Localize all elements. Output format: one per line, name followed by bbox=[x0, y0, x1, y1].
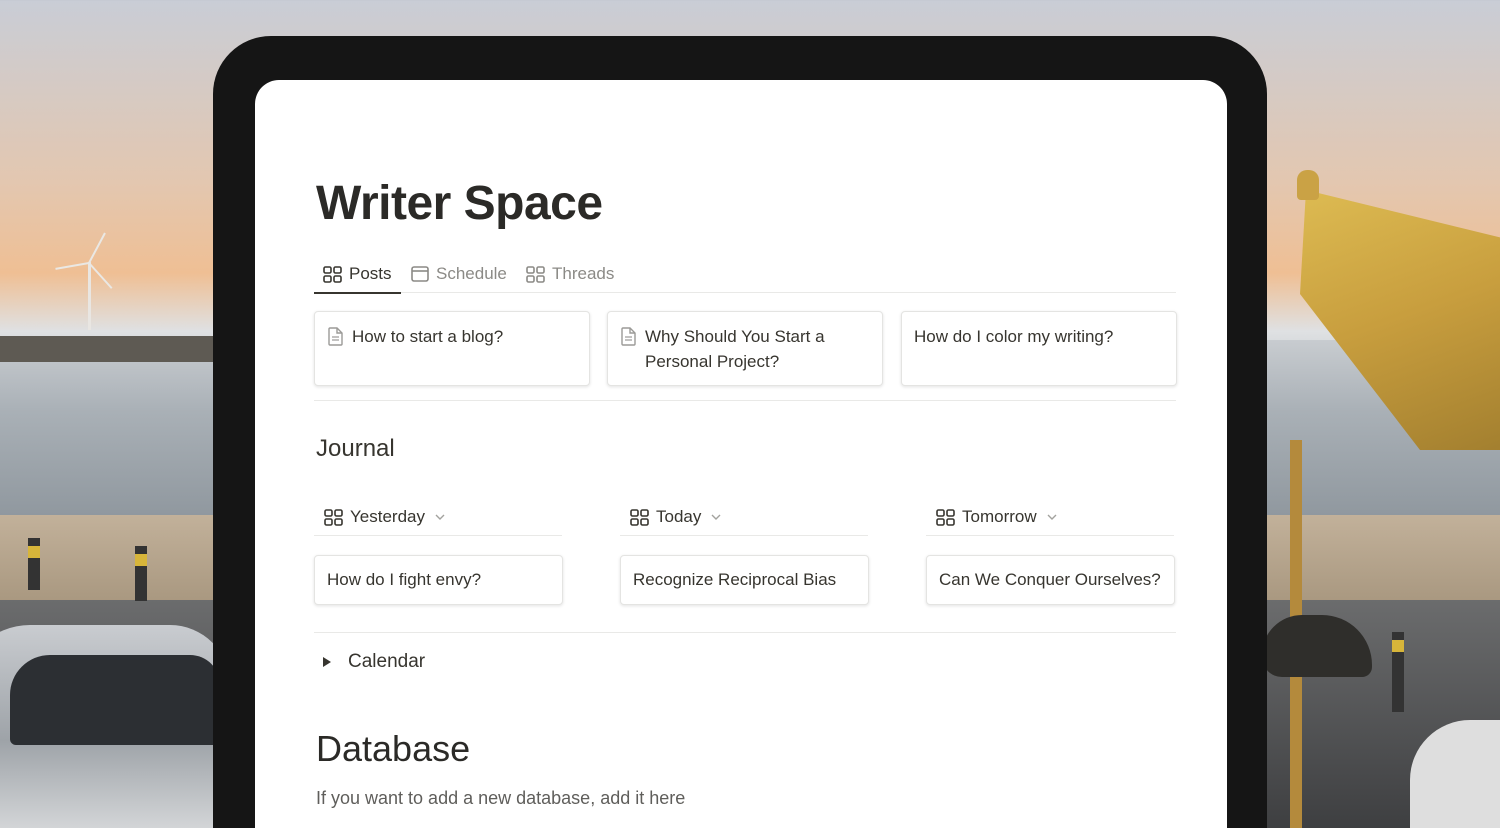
wind-turbine bbox=[88, 262, 91, 330]
database-description: If you want to add a new database, add i… bbox=[316, 788, 686, 808]
post-card[interactable]: How to start a blog? bbox=[314, 311, 590, 386]
tab-label: Schedule bbox=[436, 264, 507, 283]
journal-view-yesterday[interactable]: Yesterday bbox=[314, 498, 446, 536]
background-pier bbox=[0, 336, 220, 362]
journal-card[interactable]: How do I fight envy? bbox=[314, 555, 563, 605]
calendar-icon bbox=[411, 266, 429, 282]
gallery-icon bbox=[936, 508, 955, 526]
journal-view-label: Yesterday bbox=[350, 507, 425, 526]
database-heading: Database bbox=[316, 728, 471, 769]
page-title: Writer Space bbox=[316, 177, 603, 230]
background-car-window bbox=[10, 655, 220, 745]
journal-heading: Journal bbox=[316, 435, 395, 462]
divider bbox=[926, 535, 1174, 536]
calendar-toggle[interactable]: Calendar bbox=[314, 646, 425, 678]
bollard bbox=[28, 538, 40, 590]
journal-view-today[interactable]: Today bbox=[620, 498, 722, 536]
post-card-title: How to start a blog? bbox=[352, 327, 504, 346]
document-icon bbox=[327, 327, 344, 346]
tab-posts[interactable]: Posts bbox=[314, 255, 401, 294]
beach-umbrella-top bbox=[1297, 170, 1319, 200]
toggle-triangle-icon[interactable] bbox=[320, 655, 334, 669]
bollard bbox=[135, 546, 147, 601]
journal-view-tomorrow[interactable]: Tomorrow bbox=[926, 498, 1058, 536]
bollard bbox=[1392, 632, 1404, 712]
post-card[interactable]: Why Should You Start a Personal Project? bbox=[607, 311, 883, 386]
divider bbox=[620, 535, 868, 536]
document-icon bbox=[620, 327, 637, 346]
chevron-down-icon[interactable] bbox=[710, 511, 722, 523]
post-card-title: How do I color my writing? bbox=[914, 327, 1114, 346]
divider bbox=[314, 400, 1176, 401]
journal-card[interactable]: Recognize Reciprocal Bias bbox=[620, 555, 869, 605]
journal-view-label: Today bbox=[656, 507, 702, 526]
view-tabs: Posts Schedule Threads bbox=[314, 255, 1176, 294]
journal-card[interactable]: Can We Conquer Ourselves? bbox=[926, 555, 1175, 605]
tab-label: Posts bbox=[349, 264, 392, 283]
gallery-icon bbox=[324, 508, 343, 526]
gallery-icon bbox=[323, 265, 342, 283]
tab-threads[interactable]: Threads bbox=[517, 255, 623, 293]
post-card[interactable]: How do I color my writing? bbox=[901, 311, 1177, 386]
turbine-blade bbox=[88, 262, 113, 289]
gallery-icon bbox=[526, 265, 545, 283]
chevron-down-icon[interactable] bbox=[434, 511, 446, 523]
tab-schedule[interactable]: Schedule bbox=[402, 255, 516, 293]
post-card-title: Why Should You Start a Personal Project? bbox=[645, 327, 825, 371]
tablet-screen: Writer Space Posts Schedule Threads How … bbox=[255, 80, 1227, 828]
chevron-down-icon[interactable] bbox=[1046, 511, 1058, 523]
journal-view-label: Tomorrow bbox=[962, 507, 1037, 526]
gallery-icon bbox=[630, 508, 649, 526]
divider bbox=[314, 632, 1176, 633]
turbine-blade bbox=[55, 262, 90, 270]
tab-label: Threads bbox=[552, 264, 615, 283]
divider bbox=[314, 535, 562, 536]
turbine-blade bbox=[88, 232, 106, 264]
toggle-label: Calendar bbox=[348, 651, 426, 672]
